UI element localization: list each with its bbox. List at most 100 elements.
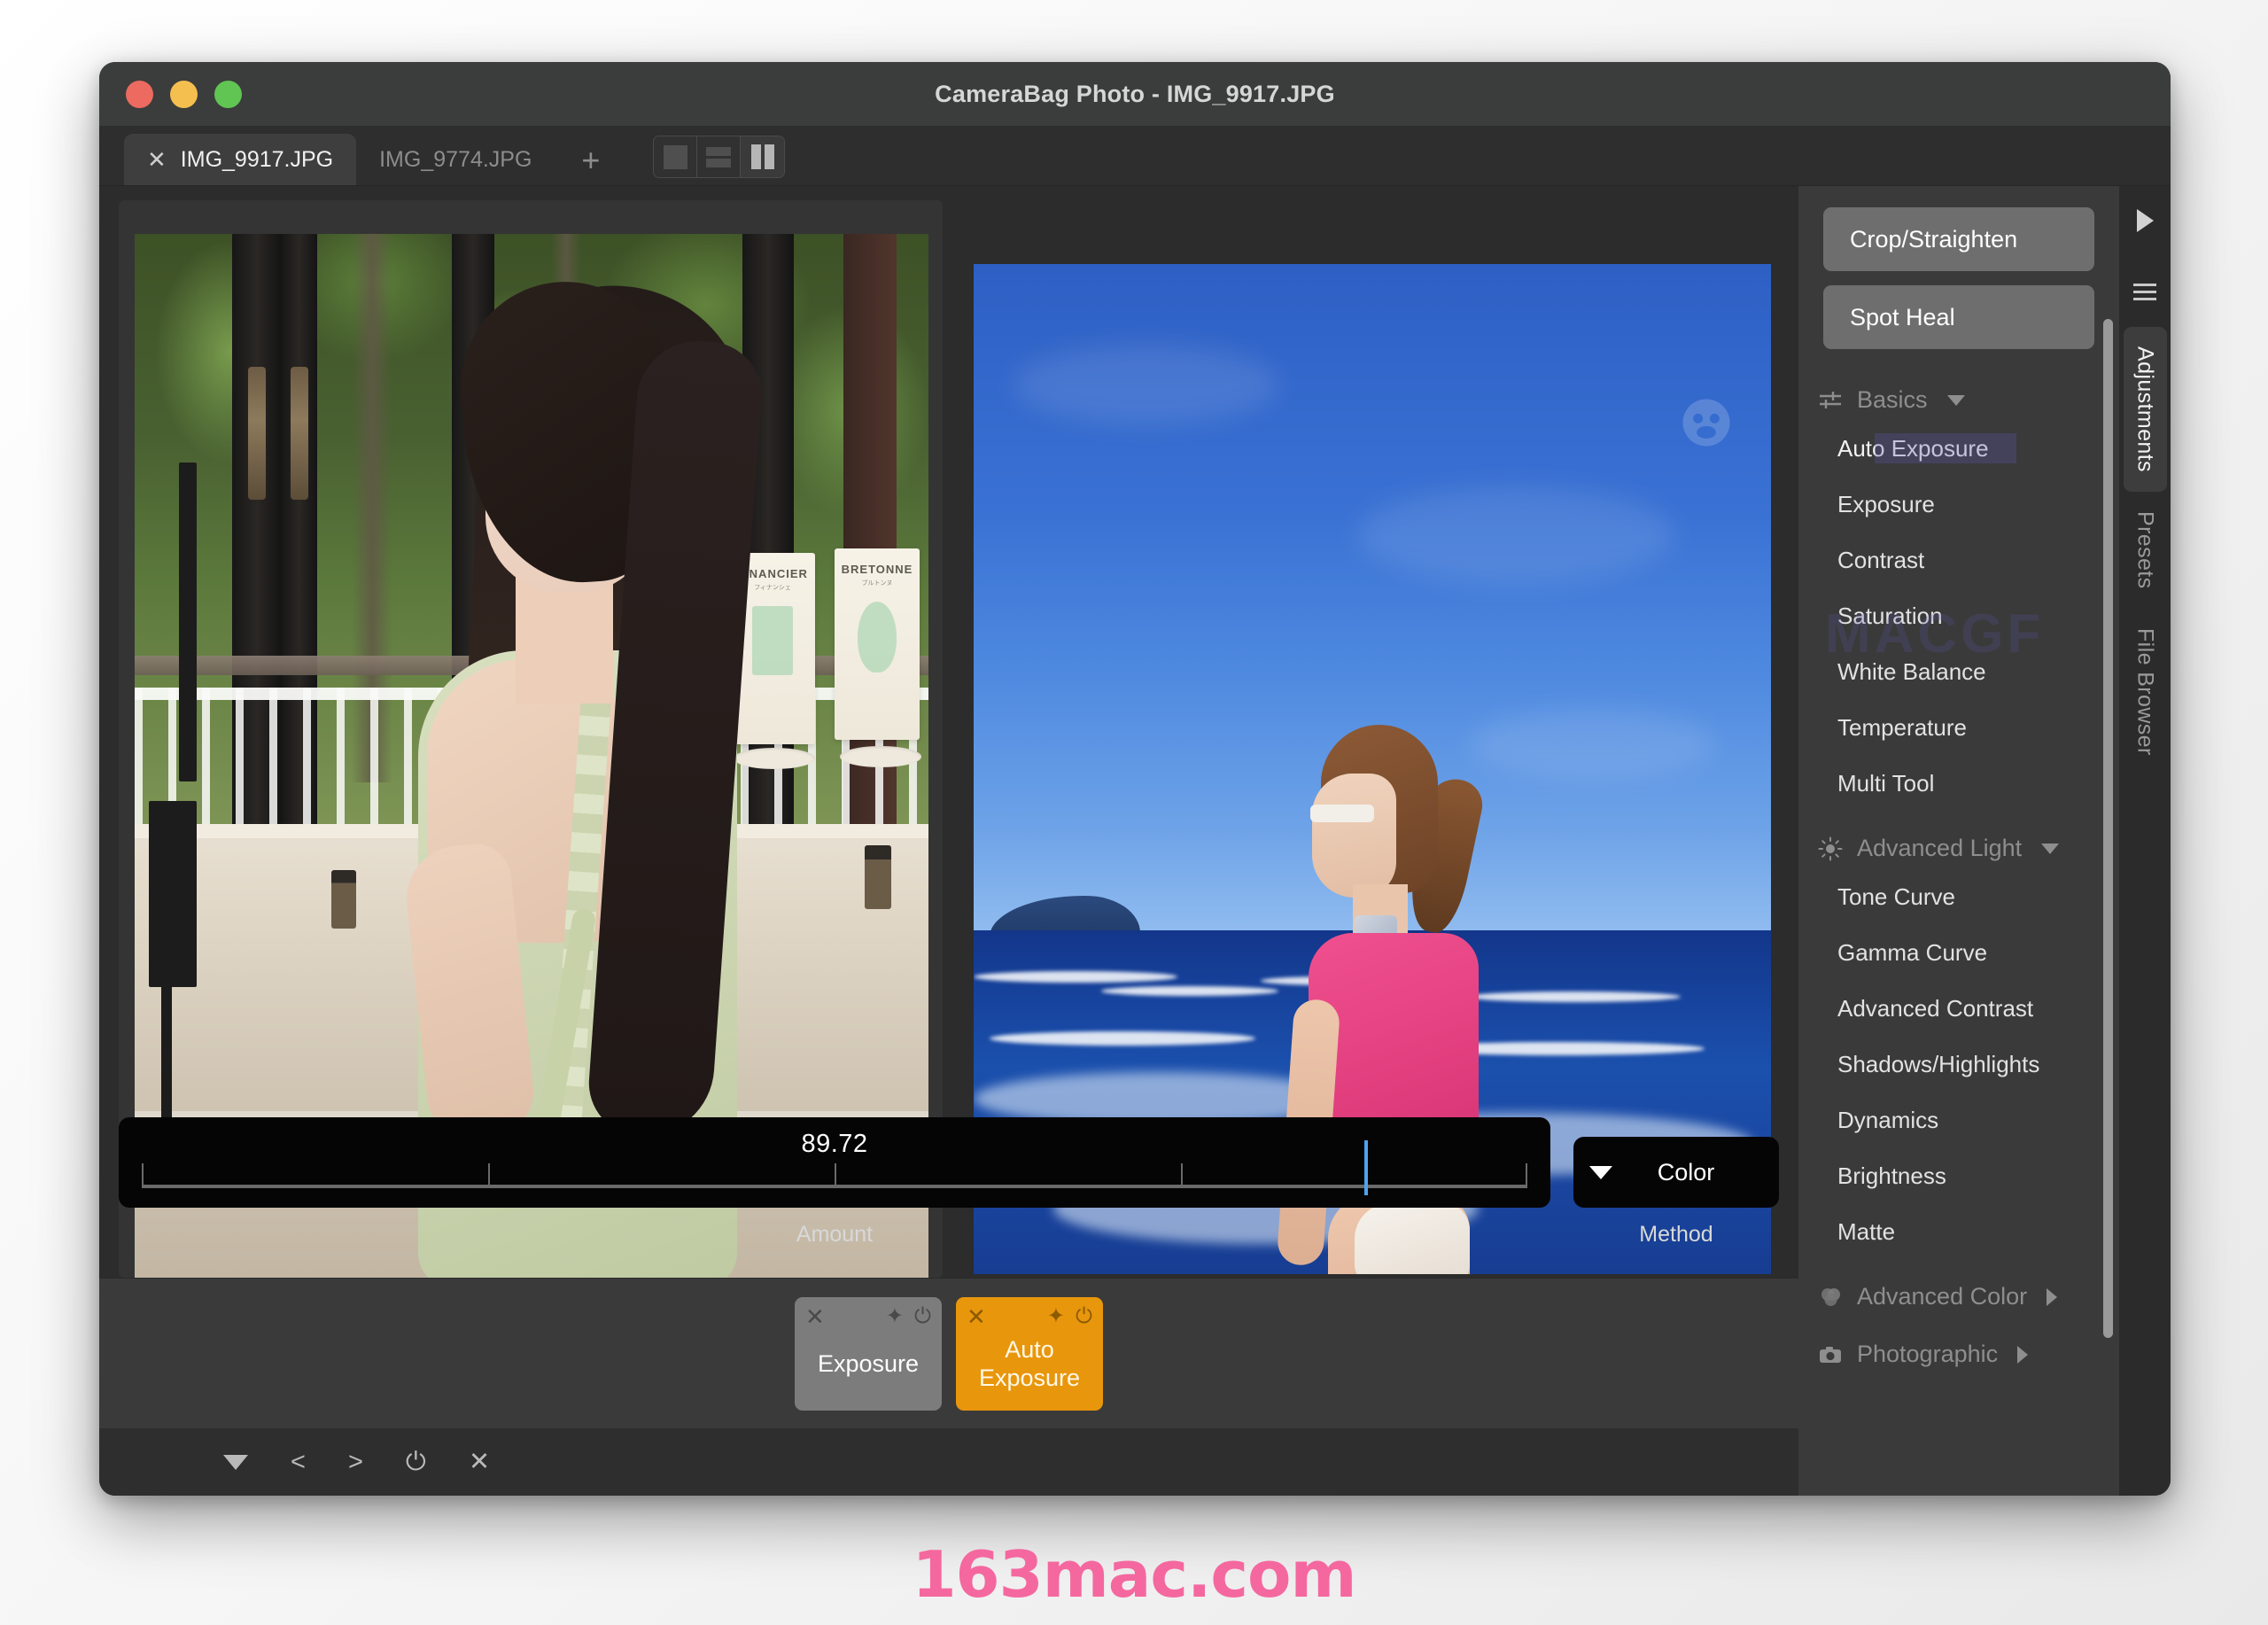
caret-down-icon[interactable] [223,1454,248,1470]
view-mode-horizontal-split-button[interactable] [697,136,742,177]
view-mode-vertical-split-button[interactable] [741,136,785,177]
adjustment-item-exposure[interactable]: Exposure [1798,477,2119,533]
adjustment-item-shadows-highlights[interactable]: Shadows/Highlights [1798,1037,2119,1092]
vertical-tab-presets[interactable]: Presets [2124,492,2167,609]
zoom-window-button[interactable] [214,80,242,108]
editor-area: FINANCIER フィナンシェ BRETONNE ブルトンヌ 89.72 Am… [99,186,1798,1496]
adjustments-sidebar: Crop/Straighten Spot Heal Basics Auto Ex… [1798,186,2119,1496]
view-mode-group [653,136,786,178]
vertical-tab-strip: Adjustments Presets File Browser [2119,186,2171,1496]
adjustment-item-tone-curve[interactable]: Tone Curve [1798,869,2119,925]
adjustment-item-auto-exposure[interactable]: Auto Exposure [1798,421,2119,477]
adjustment-item-contrast[interactable]: Contrast [1798,533,2119,588]
item-label: Gamma Curve [1837,939,1988,966]
main-body: FINANCIER フィナンシェ BRETONNE ブルトンヌ 89.72 Am… [99,186,2171,1496]
group-header-advanced-light[interactable]: Advanced Light [1798,812,2119,869]
item-label: Contrast [1837,547,1925,573]
chip-power-icon[interactable]: ⏻ [914,1305,931,1327]
product-box-subtitle: ブルトンヌ [861,580,893,587]
product-box-subtitle: フィナンシェ [754,585,791,591]
vertical-tab-adjustments[interactable]: Adjustments [2123,327,2167,492]
chip-close-icon[interactable]: ✕ [967,1305,986,1328]
chevron-down-icon[interactable] [2041,843,2060,854]
vertical-tab-file-browser[interactable]: File Browser [2124,609,2167,775]
status-bar: < > ⏻ ✕ [99,1428,1798,1496]
view-mode-single-button[interactable] [654,136,698,177]
play-arrow-icon[interactable] [2136,209,2154,232]
amount-slider-handle[interactable] [1363,1140,1368,1195]
tab-img-9917[interactable]: ✕ IMG_9917.JPG [124,134,357,185]
parameter-controls-row: 89.72 Amount Color Method [99,1117,1798,1248]
filter-chip-exposure[interactable]: ✕ ✦ ⏻ Exposure [795,1296,942,1411]
title-bar: CameraBag Photo - IMG_9917.JPG [99,62,2171,126]
adjustment-item-gamma-curve[interactable]: Gamma Curve [1798,925,2119,981]
tab-close-icon[interactable]: ✕ [147,148,167,171]
chevron-down-icon[interactable] [1946,394,1965,406]
image-pane-right[interactable] [966,200,1779,1278]
chevron-right-icon[interactable] [2047,1287,2058,1306]
tab-img-9774[interactable]: IMG_9774.JPG [356,134,555,185]
group-header-advanced-color[interactable]: Advanced Color [1798,1260,2119,1318]
split-horizontal-icon [706,146,732,156]
previous-icon[interactable]: < [291,1449,306,1475]
chevron-right-icon[interactable] [2017,1345,2029,1364]
product-box-title: BRETONNE [841,563,913,576]
chevron-down-icon[interactable] [1589,1165,1612,1179]
minimize-window-button[interactable] [170,80,198,108]
item-label: Exposure [1837,491,1935,517]
product-box: BRETONNE ブルトンヌ [835,548,920,740]
close-icon[interactable]: ✕ [469,1449,490,1475]
chip-close-icon[interactable]: ✕ [805,1305,825,1328]
item-label: Saturation [1837,603,1943,629]
filter-chip-bar: ✕ ✦ ⏻ Exposure ✕ ✦ ⏻ Auto Exposure [99,1278,1798,1428]
spot-heal-button[interactable]: Spot Heal [1823,285,2094,349]
spot-heal-label: Spot Heal [1850,303,1955,330]
method-group: Color Method [1573,1137,1779,1248]
adjustment-item-brightness[interactable]: Brightness [1798,1148,2119,1204]
item-label: Temperature [1837,714,1967,741]
adjustment-item-multi-tool[interactable]: Multi Tool [1798,756,2119,812]
amount-slider[interactable]: 89.72 [119,1117,1550,1208]
image-canvas: FINANCIER フィナンシェ BRETONNE ブルトンヌ 89.72 Am… [99,186,1798,1278]
next-icon[interactable]: > [348,1449,363,1475]
chip-label-line1: Auto [1005,1336,1054,1364]
item-label: Multi Tool [1837,770,1935,797]
amount-slider-group: 89.72 Amount [119,1117,1550,1248]
power-icon[interactable]: ⏻ [406,1449,426,1475]
adjustment-item-white-balance[interactable]: White Balance [1798,644,2119,700]
crop-straighten-button[interactable]: Crop/Straighten [1823,207,2094,271]
add-tab-button[interactable]: + [555,144,626,176]
adjustment-item-dynamics[interactable]: Dynamics [1798,1092,2119,1148]
split-vertical-icon [750,144,774,169]
amount-slider-ticks [142,1163,1527,1185]
item-label: White Balance [1837,658,1986,685]
close-window-button[interactable] [126,80,153,108]
method-dropdown[interactable]: Color [1573,1137,1779,1208]
group-header-basics[interactable]: Basics [1798,363,2119,421]
chip-icon-row: ✕ ✦ ⏻ [805,1305,931,1328]
chip-power-icon[interactable]: ⏻ [1076,1305,1092,1327]
chip-pin-icon[interactable]: ✦ [1047,1305,1065,1327]
image-pane-left[interactable]: FINANCIER フィナンシェ BRETONNE ブルトンヌ [119,200,943,1278]
filter-chip-auto-exposure[interactable]: ✕ ✦ ⏻ Auto Exposure [956,1296,1103,1411]
menu-icon[interactable] [2133,284,2156,300]
item-label: Matte [1837,1218,1896,1245]
tab-label: IMG_9917.JPG [180,146,334,172]
item-label: Brightness [1837,1162,1946,1189]
adjustment-item-saturation[interactable]: Saturation [1798,588,2119,644]
adjustment-item-matte[interactable]: Matte [1798,1204,2119,1260]
group-header-photographic[interactable]: Photographic [1798,1318,2119,1375]
chip-pin-icon[interactable]: ✦ [886,1305,904,1327]
adjustment-item-temperature[interactable]: Temperature [1798,700,2119,756]
tab-label: IMG_9774.JPG [379,146,532,172]
single-pane-icon [663,144,687,169]
chip-label: Exposure [817,1349,920,1377]
split-horizontal-icon [706,158,732,167]
adjustment-item-advanced-contrast[interactable]: Advanced Contrast [1798,981,2119,1037]
sidebar-scrollbar[interactable] [2103,319,2113,1338]
group-label: Photographic [1857,1341,1999,1367]
group-label: Advanced Light [1857,835,2023,861]
photo-watermark-icon [1682,399,1730,447]
amount-slider-track[interactable] [142,1185,1527,1188]
method-value: Color [1657,1158,1715,1186]
